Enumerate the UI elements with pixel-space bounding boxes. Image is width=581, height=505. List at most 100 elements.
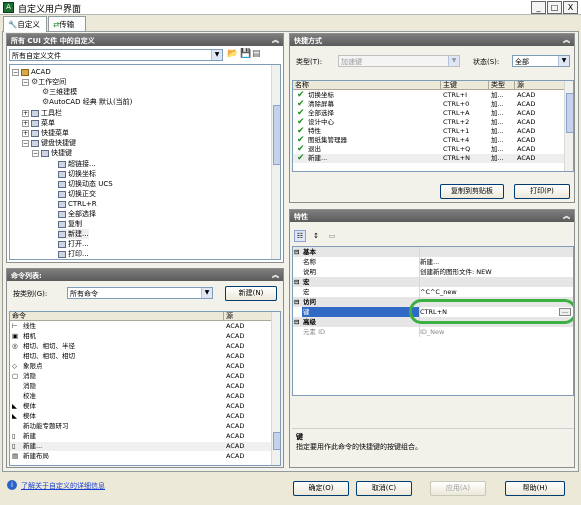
collapse-icon[interactable]: ︽ bbox=[272, 270, 279, 280]
tree-node-toolbars[interactable]: + 工具栏 bbox=[22, 108, 62, 118]
command-row[interactable]: ◣ 楔体 ACAD bbox=[10, 402, 272, 411]
column-header[interactable]: 源 bbox=[515, 81, 565, 90]
shortcut-row[interactable]: ✔ 退出 CTRL+Q 加... ACAD bbox=[293, 145, 565, 154]
tree-item[interactable]: CTRL+R bbox=[58, 199, 97, 209]
new-command-button[interactable]: 新建(N) bbox=[225, 286, 277, 301]
command-row[interactable]: ◇ 象限点 ACAD bbox=[10, 362, 272, 371]
tree-node-acad[interactable]: − ACAD bbox=[12, 67, 51, 77]
column-header[interactable]: 类型 bbox=[489, 81, 515, 90]
expand-node-icon[interactable]: + bbox=[22, 109, 29, 117]
collapse-node-icon[interactable]: − bbox=[22, 78, 29, 86]
shortcut-row[interactable]: ✔ 设计中心 CTRL+2 加... ACAD bbox=[293, 118, 565, 127]
tree-item[interactable]: 超链接... bbox=[58, 159, 96, 169]
tree-node-classic[interactable]: ⚙AutoCAD 经典 默认(当前) bbox=[42, 97, 132, 107]
cui-file-select[interactable]: 所有自定义文件 ▼ bbox=[9, 49, 223, 61]
category-select[interactable]: 所有命令 ▼ bbox=[67, 287, 213, 299]
tree-item[interactable]: 切换动态 UCS bbox=[58, 179, 113, 189]
shortcut-row[interactable]: ✔ 图纸集管理器 CTRL+4 加... ACAD bbox=[293, 136, 565, 145]
property-pages-icon[interactable]: ▭ bbox=[326, 230, 338, 242]
column-header[interactable]: 名称 bbox=[293, 81, 441, 90]
shortcuts-header[interactable]: 快捷方式 ︽ bbox=[290, 34, 574, 46]
command-scrollbar[interactable] bbox=[271, 312, 280, 465]
tree-item[interactable]: 切换正交 bbox=[58, 189, 96, 199]
tree-item-selected[interactable]: 新建... bbox=[58, 229, 89, 239]
command-row[interactable]: ◎ 相切、相切、半径 ACAD bbox=[10, 342, 272, 351]
command-row[interactable]: ⊢ 线性 ACAD bbox=[10, 322, 272, 331]
command-list-header[interactable]: 命令列表: ︽ bbox=[7, 269, 283, 281]
save-icon[interactable]: 💾 bbox=[240, 49, 251, 59]
shortcuts-grid[interactable]: 名称 主键 类型 源 ✔ 切换坐标 CTRL+I 加... ACAD ✔ 清除屏幕 CTRL… bbox=[292, 80, 574, 172]
cancel-button[interactable]: 取消(C) bbox=[356, 481, 412, 496]
print-button[interactable]: 打印(P) bbox=[514, 184, 570, 199]
customizations-header[interactable]: 所有 CUI 文件 中的自定义 ︽ bbox=[7, 34, 283, 46]
property-row[interactable]: 名称 新建... bbox=[293, 257, 573, 267]
command-row[interactable]: 校准 ACAD bbox=[10, 392, 272, 401]
collapse-node-icon[interactable]: ⊟ bbox=[294, 277, 299, 287]
tree-node-keyboard-shortcuts[interactable]: − 键盘快捷键 bbox=[22, 138, 76, 148]
shortcut-row[interactable]: ✔ 全部选择 CTRL+A 加... ACAD bbox=[293, 109, 565, 118]
collapse-node-icon[interactable]: − bbox=[32, 149, 39, 157]
collapse-icon[interactable]: ︽ bbox=[272, 35, 279, 45]
column-header[interactable]: 命令 bbox=[10, 312, 224, 321]
tree-node-menus[interactable]: + 菜单 bbox=[22, 118, 55, 128]
command-row[interactable]: ▤ 新建布局 ACAD bbox=[10, 452, 272, 461]
chevron-down-icon[interactable]: ▼ bbox=[558, 56, 569, 66]
properties-header[interactable]: 特性 ︽ bbox=[290, 210, 574, 222]
status-select[interactable]: 全部 ▼ bbox=[512, 55, 570, 67]
column-header[interactable]: 源 bbox=[224, 312, 272, 321]
sort-alpha-icon[interactable]: ↕ bbox=[310, 230, 322, 242]
command-row[interactable]: ◣ 楔体 ACAD bbox=[10, 412, 272, 421]
tree-node-shortcut-menus[interactable]: + 快捷菜单 bbox=[22, 128, 69, 138]
tab-customize[interactable]: 🔧自定义 bbox=[3, 16, 47, 32]
collapse-icon[interactable]: ︽ bbox=[563, 35, 570, 45]
tree-item[interactable]: 保存 bbox=[58, 258, 82, 259]
collapse-node-icon[interactable]: ⊟ bbox=[294, 247, 299, 257]
tree-scrollbar[interactable] bbox=[271, 65, 280, 259]
minimize-button[interactable]: _ bbox=[531, 1, 546, 14]
command-row[interactable]: 新功能专题研习 ACAD bbox=[10, 422, 272, 431]
shortcut-row[interactable]: ✔ 切换坐标 CTRL+I 加... ACAD bbox=[293, 91, 565, 100]
close-button[interactable]: X bbox=[563, 1, 578, 14]
copy-to-clipboard-button[interactable]: 复制到剪贴板 bbox=[440, 184, 504, 199]
shortcut-row[interactable]: ✔ 清除屏幕 CTRL+0 加... ACAD bbox=[293, 100, 565, 109]
scrollbar-thumb[interactable] bbox=[273, 432, 280, 450]
customization-tree[interactable]: − ACAD − ⚙工作空间 ⚙三维建模 ⚙AutoCAD 经典 默认(当前) + 工… bbox=[9, 64, 281, 260]
tree-item[interactable]: 打开... bbox=[58, 239, 89, 249]
property-row[interactable]: 说明 创建新的图形文件: NEW bbox=[293, 267, 573, 277]
category-macro[interactable]: ⊟ 宏 bbox=[293, 277, 573, 287]
ok-button[interactable]: 确定(O) bbox=[293, 481, 349, 496]
scrollbar-thumb[interactable] bbox=[566, 93, 573, 133]
shortcut-row[interactable]: ✔ 特性 CTRL+1 加... ACAD bbox=[293, 127, 565, 136]
collapse-node-icon[interactable]: ⊟ bbox=[294, 317, 299, 327]
chevron-down-icon[interactable]: ▼ bbox=[211, 50, 222, 60]
command-grid[interactable]: 命令 源 ⊢ 线性 ACAD ▣ 相机 ACAD ◎ 相切、相切、半径 ACAD 相切、相切… bbox=[9, 311, 281, 466]
command-row[interactable]: ▣ 相机 ACAD bbox=[10, 332, 272, 341]
tree-node-3d-modeling[interactable]: ⚙三维建模 bbox=[42, 87, 77, 97]
command-row-selected[interactable]: ▯ 新建... ACAD bbox=[10, 442, 272, 451]
load-partial-icon[interactable]: ▤ bbox=[252, 49, 261, 59]
categorized-icon[interactable]: ☷ bbox=[294, 230, 306, 242]
command-row[interactable]: ▢ 消隐 ACAD bbox=[10, 372, 272, 381]
category-basic[interactable]: ⊟ 基本 bbox=[293, 247, 573, 257]
command-row[interactable]: ▯ 新建 ACAD bbox=[10, 432, 272, 441]
scrollbar-thumb[interactable] bbox=[273, 105, 280, 165]
command-row[interactable]: 相切、相切、相切 ACAD bbox=[10, 352, 272, 361]
maximize-button[interactable]: □ bbox=[547, 1, 562, 14]
expand-node-icon[interactable]: + bbox=[22, 129, 29, 137]
column-header[interactable]: 主键 bbox=[441, 81, 489, 90]
expand-node-icon[interactable]: + bbox=[22, 119, 29, 127]
tree-item[interactable]: 切换坐标 bbox=[58, 169, 96, 179]
property-row[interactable]: 宏 ^C^C_new bbox=[293, 287, 573, 297]
tree-item[interactable]: 复制 bbox=[58, 219, 82, 229]
collapse-node-icon[interactable]: − bbox=[12, 68, 19, 76]
shortcut-row-selected[interactable]: ✔ 新建... CTRL+N 加... ACAD bbox=[293, 154, 565, 163]
shortcuts-scrollbar[interactable] bbox=[564, 81, 573, 171]
collapse-icon[interactable]: ︽ bbox=[563, 211, 570, 221]
command-row[interactable]: 消隐 ACAD bbox=[10, 382, 272, 391]
collapse-node-icon[interactable]: ⊟ bbox=[294, 297, 299, 307]
property-grid[interactable]: ⊟ 基本 名称 新建... 说明 创建新的图形文件: NEW ⊟ 宏 宏 ^C^C_new… bbox=[292, 246, 574, 396]
tree-item[interactable]: 全部选择 bbox=[58, 209, 96, 219]
chevron-down-icon[interactable]: ▼ bbox=[201, 288, 212, 298]
tab-transfer[interactable]: ⇄传输 bbox=[48, 16, 86, 31]
property-row[interactable]: 元素 ID ID_New bbox=[293, 327, 573, 337]
